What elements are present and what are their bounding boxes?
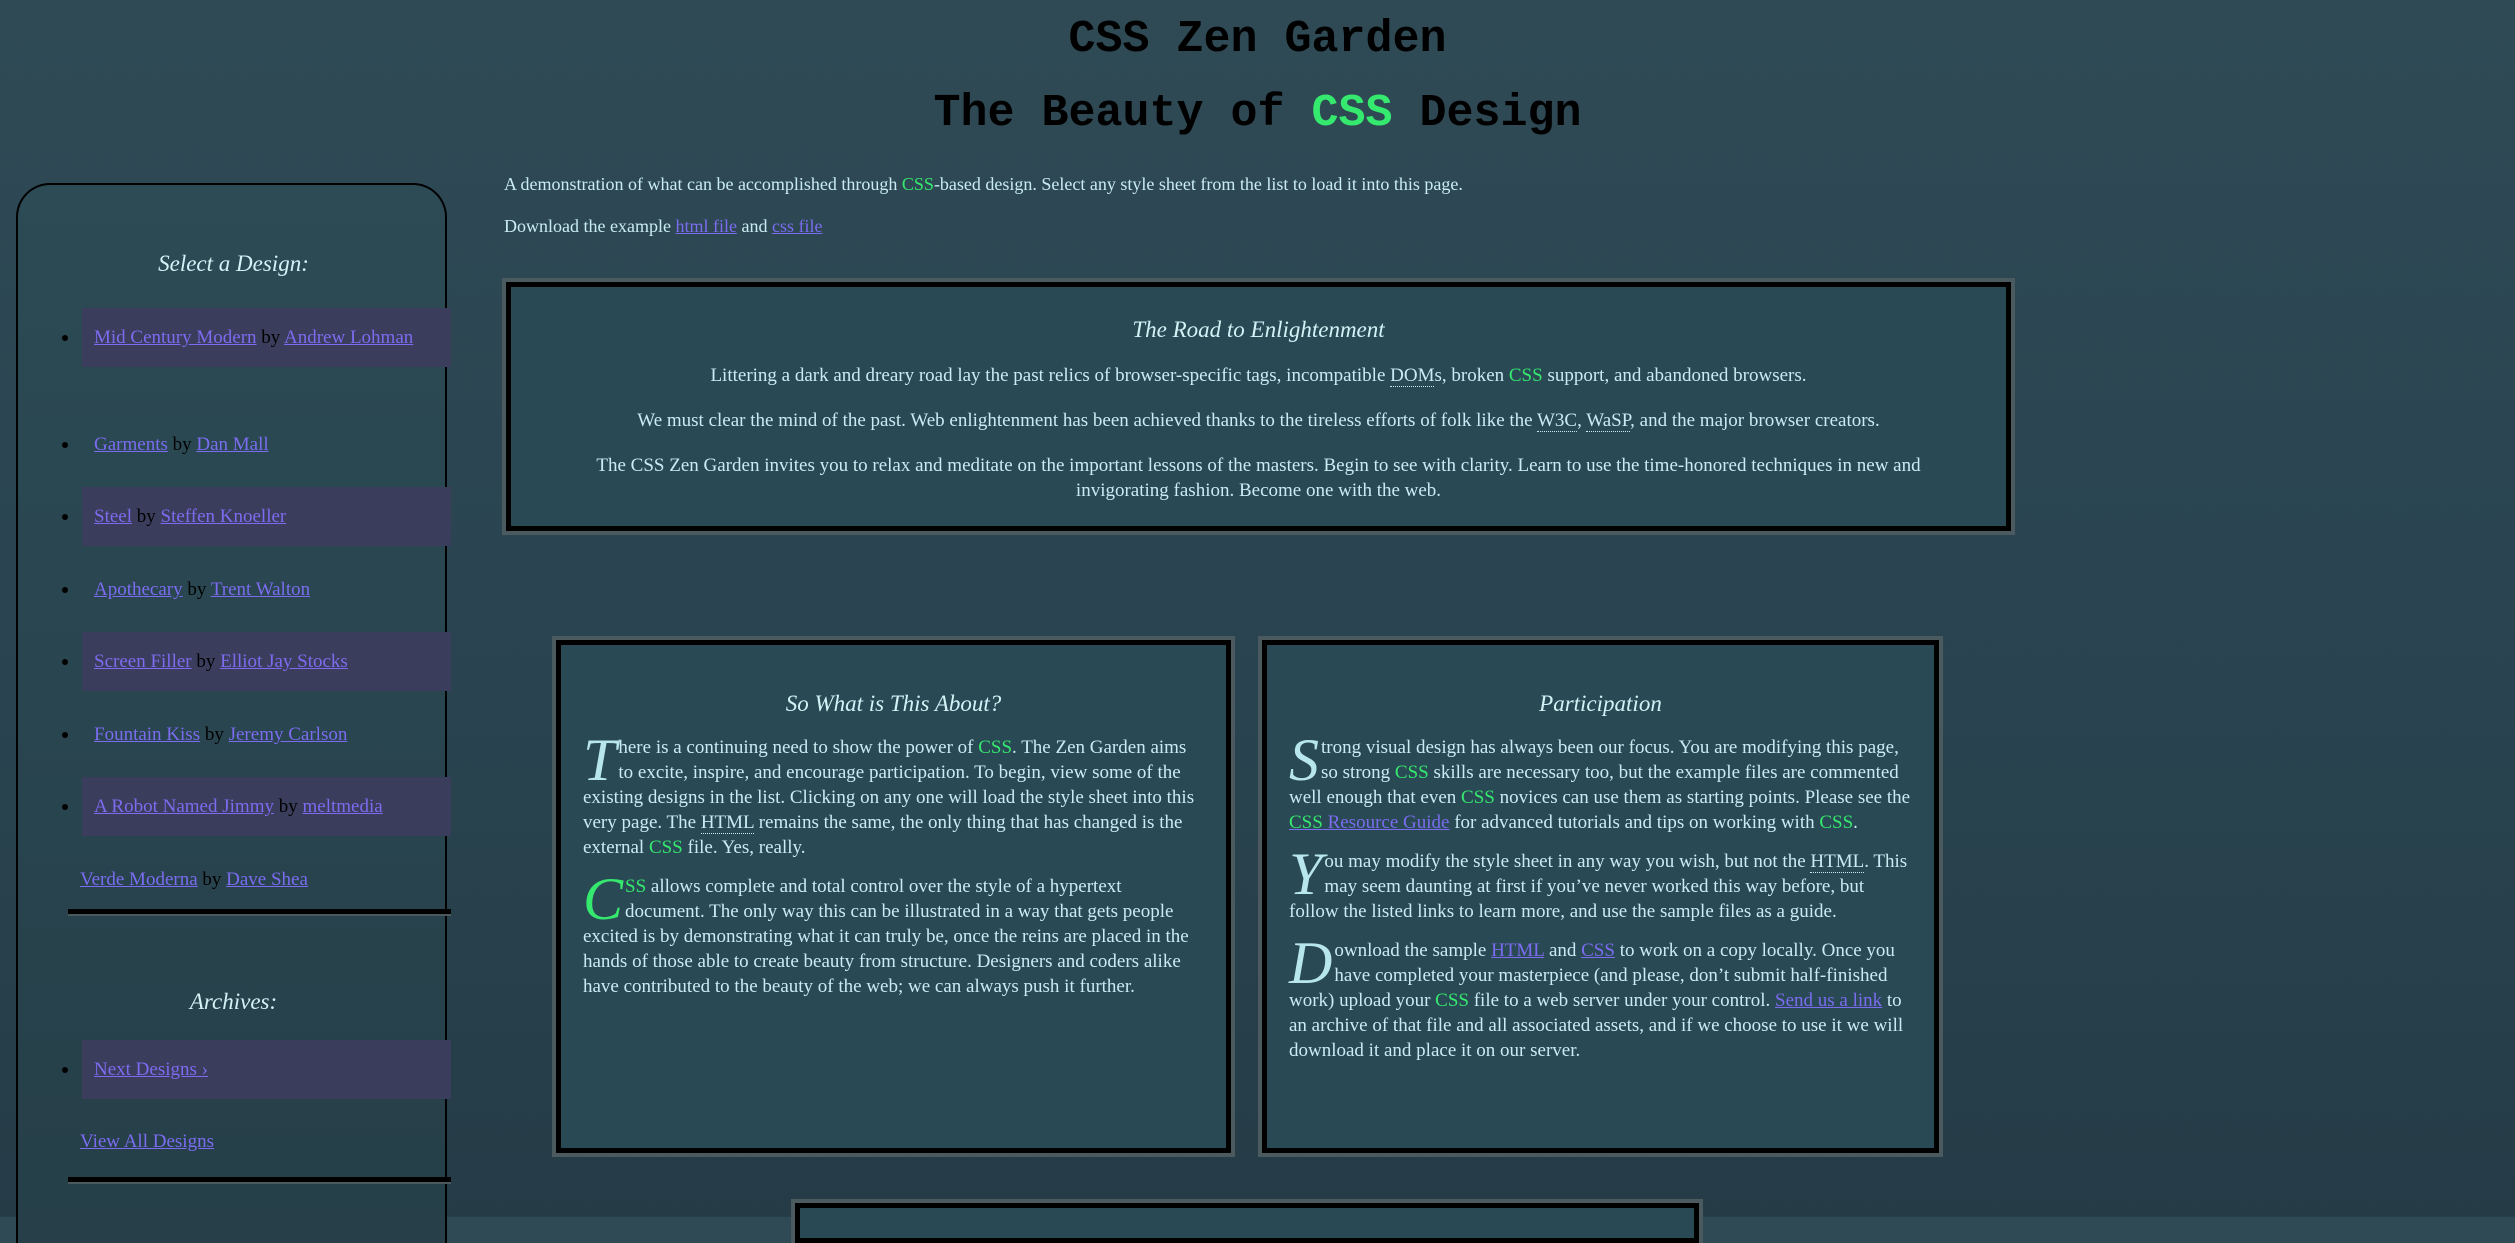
design-item: A Robot Named Jimmy by meltmedia xyxy=(62,777,451,836)
html-file-link[interactable]: html file xyxy=(675,216,737,236)
author-link[interactable]: Andrew Lohman xyxy=(284,327,413,348)
design-item: Mid Century Modern by Andrew Lohman xyxy=(62,308,451,367)
participation-paragraph-2: You may modify the style sheet in any wa… xyxy=(1289,841,1908,922)
author-link[interactable]: Dan Mall xyxy=(196,434,268,455)
design-item: Fountain Kiss by Jeremy Carlson xyxy=(62,705,451,764)
participation-title: Participation xyxy=(1539,691,1662,716)
css-file-link[interactable]: css file xyxy=(772,216,822,236)
wasp-abbr: WaSP xyxy=(1586,410,1631,432)
select-design-title: Select a Design: xyxy=(158,251,309,276)
participation-paragraph-3: Download the sample HTML and CSS to work… xyxy=(1289,930,1904,1061)
intro-download: Download the example html file and css f… xyxy=(504,216,823,236)
road-paragraph-2: We must clear the mind of the past. Web … xyxy=(637,410,1880,432)
about-paragraph-2: C SS allows complete and total control ov… xyxy=(583,866,1189,997)
css-resource-guide-link[interactable]: CSS Resource Guide xyxy=(1289,812,1449,833)
design-link[interactable]: Verde Moderna xyxy=(80,869,198,890)
design-item: Apothecary by Trent Walton xyxy=(62,560,451,619)
author-link[interactable]: meltmedia xyxy=(302,796,382,817)
drop-cap: S xyxy=(1289,727,1319,793)
author-link[interactable]: Elliot Jay Stocks xyxy=(220,651,348,672)
drop-cap: Y xyxy=(1289,841,1323,907)
drop-cap: T xyxy=(583,727,617,793)
design-link[interactable]: Fountain Kiss xyxy=(94,724,200,745)
road-paragraph-1: Littering a dark and dreary road lay the… xyxy=(710,365,1807,387)
subtitle-css: CSS xyxy=(1311,88,1393,139)
design-link[interactable]: Steel xyxy=(94,506,132,527)
about-paragraph-1: There is a continuing need to show the p… xyxy=(583,727,1195,858)
intro-summary: A demonstration of what can be accomplis… xyxy=(504,174,1463,194)
design-item: Verde Moderna by Dave Shea xyxy=(80,869,308,890)
design-link[interactable]: Apothecary xyxy=(94,579,183,600)
design-link[interactable]: Screen Filler xyxy=(94,651,192,672)
author-link[interactable]: Jeremy Carlson xyxy=(229,724,348,745)
participation-box: Participation Strong visual design has a… xyxy=(1258,636,1943,1157)
subtitle-text-end: Design xyxy=(1392,88,1582,139)
design-item: Garments by Dan Mall xyxy=(62,415,451,474)
dom-abbr: DOM xyxy=(1390,365,1435,387)
author-link[interactable]: Trent Walton xyxy=(211,579,310,600)
site-subtitle: The Beauty of CSS Design xyxy=(0,88,2515,139)
archives-item: Next Designs › xyxy=(62,1040,451,1099)
w3c-abbr: W3C xyxy=(1537,410,1578,432)
road-paragraph-3: The CSS Zen Garden invites you to relax … xyxy=(596,455,1921,501)
archives-item: View All Designs xyxy=(80,1112,449,1171)
view-all-designs-link[interactable]: View All Designs xyxy=(80,1131,214,1152)
next-designs-link[interactable]: Next Designs › xyxy=(94,1059,208,1080)
drop-cap: D xyxy=(1289,930,1333,996)
sidebar-divider xyxy=(68,1177,451,1182)
road-title: The Road to Enlightenment xyxy=(1132,317,1385,342)
author-link[interactable]: Steffen Knoeller xyxy=(161,506,287,527)
about-box: So What is This About? There is a contin… xyxy=(552,636,1235,1157)
design-sidebar: Select a Design: Mid Century Modern by A… xyxy=(16,183,451,1243)
participation-paragraph-1: Strong visual design has always been our… xyxy=(1289,727,1911,833)
design-item: Steel by Steffen Knoeller xyxy=(62,487,451,546)
design-link[interactable]: A Robot Named Jimmy xyxy=(94,796,274,817)
next-section-box xyxy=(791,1199,1703,1243)
sample-html-link[interactable]: HTML xyxy=(1491,940,1544,961)
design-item: Screen Filler by Elliot Jay Stocks xyxy=(62,632,451,691)
sidebar-divider xyxy=(68,909,451,914)
design-link[interactable]: Garments xyxy=(94,434,168,455)
sample-css-link[interactable]: CSS xyxy=(1581,940,1615,961)
design-link[interactable]: Mid Century Modern xyxy=(94,327,257,348)
road-to-enlightenment-box: The Road to Enlightenment Littering a da… xyxy=(502,278,2015,535)
author-link[interactable]: Dave Shea xyxy=(226,869,308,890)
send-us-a-link[interactable]: Send us a link xyxy=(1775,990,1882,1011)
about-title: So What is This About? xyxy=(785,691,1002,716)
archives-title: Archives: xyxy=(189,989,278,1014)
site-title: CSS Zen Garden xyxy=(1068,14,1447,65)
drop-cap: C xyxy=(583,866,624,932)
subtitle-text: The Beauty of xyxy=(933,88,1312,139)
